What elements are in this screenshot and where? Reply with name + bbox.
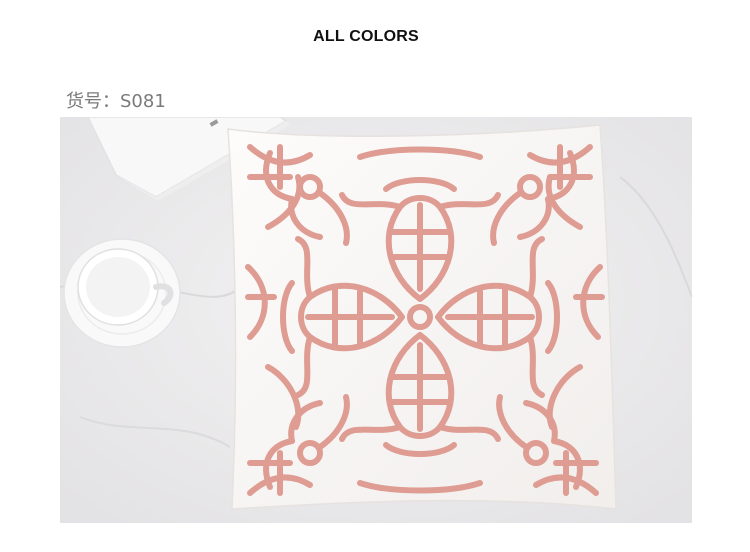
pillow — [227, 124, 617, 510]
product-photo — [60, 117, 692, 523]
sku-label: 货号：S081 — [66, 91, 166, 112]
cup-and-saucer — [63, 238, 181, 348]
page-title: ALL COLORS — [313, 28, 419, 45]
